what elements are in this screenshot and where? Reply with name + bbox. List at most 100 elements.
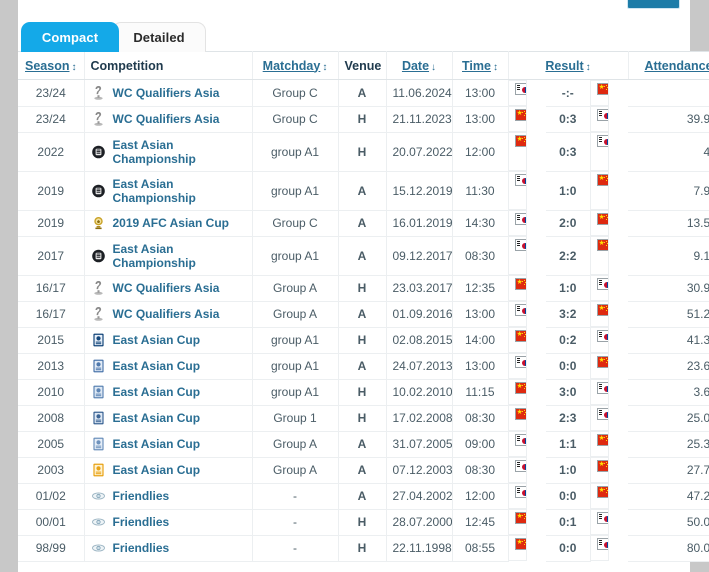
cell-competition: East Asian Championship xyxy=(84,170,253,211)
competition-link[interactable]: East Asian Championship xyxy=(113,138,246,166)
cell-attendance: 25.374 xyxy=(628,430,709,458)
column-header-date[interactable]: Date ↓ xyxy=(386,51,453,80)
column-header-matchday[interactable]: Matchday ↕ xyxy=(252,51,339,80)
cell-competition: Friendlies xyxy=(84,482,253,510)
table-row[interactable]: 2008 East Asian Cup Group 1 H 17.02.2008 08:3… xyxy=(18,404,709,432)
competition-link[interactable]: East Asian Cup xyxy=(113,463,201,477)
cell-away-flag xyxy=(590,171,609,210)
cell-result[interactable]: 1:0 xyxy=(546,274,591,302)
column-header-time[interactable]: Time ↕ xyxy=(452,51,509,80)
table-row[interactable]: 16/17 WC Qualifiers Asia Group A H 23.03.201… xyxy=(18,274,709,302)
cell-result[interactable]: 2:2 xyxy=(546,235,591,276)
sort-descending-icon[interactable]: ↓ xyxy=(431,62,436,73)
table-row[interactable]: 23/24 WC Qualifiers Asia Group C A 11.06.202… xyxy=(18,79,709,107)
table-row[interactable]: 98/99 Friendlies -H22.11.199808:55 0:0 80.00… xyxy=(18,534,709,562)
table-row[interactable]: 2022 East Asian Championship group A1 H 20.0… xyxy=(18,131,709,172)
competition-link[interactable]: Friendlies xyxy=(113,541,170,555)
table-row[interactable]: 16/17 WC Qualifiers Asia Group A A 01.09.201… xyxy=(18,300,709,328)
cell-result[interactable]: 3:2 xyxy=(546,300,591,328)
cell-result[interactable]: 1:0 xyxy=(546,170,591,211)
cell-result[interactable]: 0:3 xyxy=(546,131,591,172)
cell-competition: WC Qualifiers Asia xyxy=(84,79,253,107)
table-row[interactable]: 2015 East Asian Cup group A1 H 02.08.2015 14:… xyxy=(18,326,709,354)
column-header-season[interactable]: Season ↕ xyxy=(18,51,85,80)
blue-action-button[interactable] xyxy=(627,0,680,9)
table-row[interactable]: 2019 East Asian Championship group A1 A 15.1… xyxy=(18,170,709,211)
competition-link[interactable]: WC Qualifiers Asia xyxy=(113,86,220,100)
competition-link[interactable]: East Asian Cup xyxy=(113,385,201,399)
cell-matchday: Group 1 xyxy=(252,404,339,432)
table-row[interactable]: 23/24 WC Qualifiers Asia Group C H 21.11.202… xyxy=(18,105,709,133)
cell-date: 11.06.2024 xyxy=(386,79,453,107)
cell-result[interactable]: 0:0 xyxy=(546,534,591,562)
cell-result[interactable]: -:- xyxy=(546,79,591,107)
competition-link[interactable]: WC Qualifiers Asia xyxy=(113,112,220,126)
cell-result[interactable]: 0:3 xyxy=(546,105,591,133)
cell-result[interactable]: 0:1 xyxy=(546,508,591,536)
flag-south-korea-icon xyxy=(596,134,608,147)
cell-season: 2003 xyxy=(18,456,85,484)
column-header-venue: Venue xyxy=(338,51,387,80)
matchday-sort-link[interactable]: Matchday xyxy=(263,59,321,73)
table-row[interactable]: 2005 East Asian Cup Group A A 31.07.2005 09:0… xyxy=(18,430,709,458)
cell-time: 08:30 xyxy=(452,456,509,484)
column-header-result[interactable]: Result ↕ xyxy=(508,51,629,80)
sort-updown-icon[interactable]: ↕ xyxy=(71,62,76,73)
table-row[interactable]: 2019 2019 AFC Asian Cup Group C A 16.01.2019… xyxy=(18,209,709,237)
friendlies-icon xyxy=(91,488,106,504)
competition-link[interactable]: East Asian Cup xyxy=(113,359,201,373)
cell-result[interactable]: 0:0 xyxy=(546,352,591,380)
competition-link[interactable]: East Asian Cup xyxy=(113,437,201,451)
sort-updown-icon[interactable]: ↕ xyxy=(493,62,498,73)
table-row[interactable]: 2003 East Asian Cup Group A A 07.12.2003 08:3… xyxy=(18,456,709,484)
competition-link[interactable]: WC Qualifiers Asia xyxy=(113,281,220,295)
sort-updown-icon[interactable]: ↕ xyxy=(586,62,591,73)
cell-away-flag xyxy=(590,301,609,327)
table-row[interactable]: 2010 East Asian Cup group A1 H 10.02.2010 11:… xyxy=(18,378,709,406)
cell-result[interactable]: 1:0 xyxy=(546,456,591,484)
table-row[interactable]: 00/01 Friendlies -H28.07.200012:45 0:1 50.00… xyxy=(18,508,709,536)
cell-venue: H xyxy=(338,326,387,354)
cell-result[interactable]: 2:0 xyxy=(546,209,591,237)
cell-result[interactable]: 0:2 xyxy=(546,326,591,354)
cell-time: 13:00 xyxy=(452,79,509,107)
flag-south-korea-icon xyxy=(596,108,608,121)
cell-result[interactable]: 1:1 xyxy=(546,430,591,458)
competition-link[interactable]: Friendlies xyxy=(113,515,170,529)
column-header-attendance[interactable]: Attendance↕ xyxy=(628,51,709,80)
result-sort-link[interactable]: Result xyxy=(545,59,583,73)
cell-away-flag xyxy=(590,327,609,353)
cell-result[interactable]: 3:0 xyxy=(546,378,591,406)
table-row[interactable]: 2017 East Asian Championship group A1 A 09.1… xyxy=(18,235,709,276)
competition-link[interactable]: East Asian Championship xyxy=(113,242,246,270)
competition-link[interactable]: 2019 AFC Asian Cup xyxy=(113,216,229,230)
cell-away-flag xyxy=(590,405,609,431)
competition-link[interactable]: Friendlies xyxy=(113,489,170,503)
sort-updown-icon[interactable]: ↕ xyxy=(322,62,327,73)
cell-result[interactable]: 0:0 xyxy=(546,482,591,510)
friendlies-icon xyxy=(91,540,106,556)
competition-link[interactable]: East Asian Championship xyxy=(113,177,246,205)
cell-matchday: - xyxy=(252,508,339,536)
tab-compact[interactable]: Compact xyxy=(21,22,119,52)
wc-qualifiers-asia-icon xyxy=(91,280,106,296)
cell-result[interactable]: 2:3 xyxy=(546,404,591,432)
cell-away-flag xyxy=(590,210,609,236)
cell-competition: East Asian Cup xyxy=(84,326,253,354)
season-sort-link[interactable]: Season xyxy=(25,59,69,73)
cell-season: 16/17 xyxy=(18,274,85,302)
cell-season: 98/99 xyxy=(18,534,85,562)
competition-link[interactable]: WC Qualifiers Asia xyxy=(113,307,220,321)
date-sort-link[interactable]: Date xyxy=(402,59,429,73)
table-row[interactable]: 01/02 Friendlies -A27.04.200212:00 0:0 47.22… xyxy=(18,482,709,510)
time-sort-link[interactable]: Time xyxy=(462,59,491,73)
cell-home-flag xyxy=(508,405,527,431)
cell-venue: H xyxy=(338,378,387,406)
tab-detailed[interactable]: Detailed xyxy=(112,22,206,52)
table-row[interactable]: 2013 East Asian Cup group A1 A 24.07.2013 13:… xyxy=(18,352,709,380)
cell-away-flag xyxy=(590,483,609,509)
competition-link[interactable]: East Asian Cup xyxy=(113,333,201,347)
cell-season: 2008 xyxy=(18,404,85,432)
attendance-sort-link[interactable]: Attendance xyxy=(644,59,709,73)
competition-link[interactable]: East Asian Cup xyxy=(113,411,201,425)
